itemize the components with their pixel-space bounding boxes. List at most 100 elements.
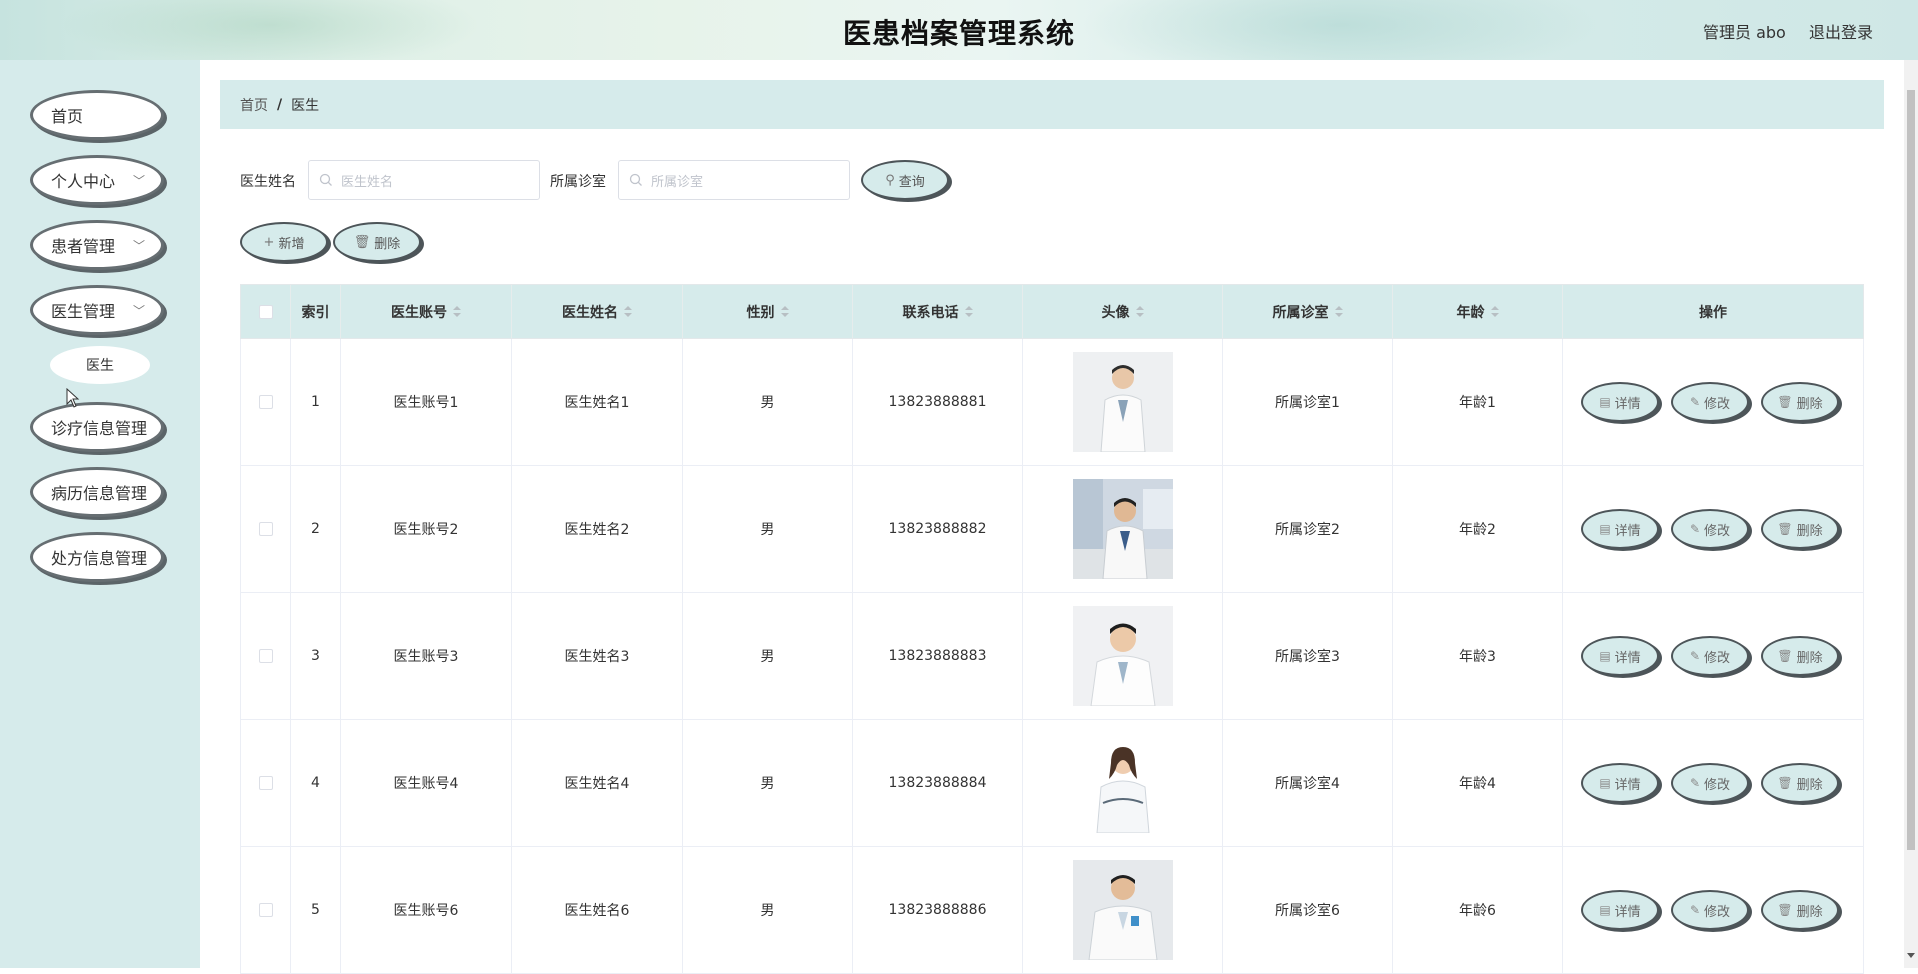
breadcrumb-separator: / xyxy=(277,96,283,113)
sidebar-item-label: 处方信息管理 xyxy=(51,549,148,568)
sidebar-item-home[interactable]: 首页 xyxy=(30,90,164,140)
trash-icon: 🗑 xyxy=(1777,776,1793,790)
sort-icon xyxy=(624,305,632,318)
column-header-label: 头像 xyxy=(1101,304,1130,321)
doctor-avatar-image xyxy=(1072,733,1173,833)
page-scrollbar[interactable] xyxy=(1904,60,1918,968)
clinic-input[interactable]: 所属诊室 xyxy=(618,160,850,200)
row-checkbox[interactable] xyxy=(258,903,273,917)
delete-button-label: 删除 xyxy=(1796,650,1823,666)
edit-button[interactable]: ✎ 修改 xyxy=(1671,636,1749,676)
logout-button[interactable]: 退出登录 xyxy=(1809,19,1873,43)
detail-button-label: 详情 xyxy=(1614,650,1641,666)
batch-delete-button[interactable]: 🗑 删除 xyxy=(333,222,421,262)
delete-button[interactable]: 🗑 删除 xyxy=(1761,636,1839,676)
edit-button-label: 修改 xyxy=(1704,396,1731,412)
doctor-name-label: 医生姓名 xyxy=(240,174,296,190)
app-title: 医患档案管理系统 xyxy=(842,17,1075,50)
detail-button[interactable]: ▤ 详情 xyxy=(1581,763,1659,803)
cell-account-text: 医生账号4 xyxy=(393,776,459,792)
table-body: 1 医生账号1 医生姓名1 男 13823888881 所属诊室1 年龄1 ▤ 详情 ✎ 修改 🗑 删… xyxy=(240,339,1864,974)
cell-phone-text: 13823888882 xyxy=(888,521,987,537)
cell-clinic-text: 所属诊室3 xyxy=(1275,649,1340,665)
cell-account-text: 医生账号6 xyxy=(393,903,459,919)
column-header-account[interactable]: 医生账号 xyxy=(341,285,512,338)
cell-age: 年龄3 xyxy=(1393,593,1563,719)
column-header-phone[interactable]: 联系电话 xyxy=(853,285,1023,338)
cell-clinic-text: 所属诊室1 xyxy=(1275,395,1340,411)
delete-button[interactable]: 🗑 删除 xyxy=(1761,382,1839,422)
cell-actions: ▤ 详情 ✎ 修改 🗑 删除 xyxy=(1563,593,1863,719)
column-header-name[interactable]: 医生姓名 xyxy=(512,285,683,338)
column-header-age[interactable]: 年龄 xyxy=(1393,285,1563,338)
doctor-name-input[interactable]: 医生姓名 xyxy=(308,160,540,200)
column-header-label: 联系电话 xyxy=(902,304,959,321)
breadcrumb-home[interactable]: 首页 xyxy=(240,95,268,115)
trash-icon: 🗑 xyxy=(1777,649,1793,663)
table-row: 1 医生账号1 医生姓名1 男 13823888881 所属诊室1 年龄1 ▤ 详情 ✎ 修改 🗑 删… xyxy=(240,339,1864,466)
detail-button[interactable]: ▤ 详情 xyxy=(1581,636,1659,676)
row-select-cell xyxy=(241,720,291,846)
cell-phone-text: 13823888883 xyxy=(888,648,987,664)
cell-gender: 男 xyxy=(683,466,853,592)
detail-button[interactable]: ▤ 详情 xyxy=(1581,382,1659,422)
delete-button-label: 删除 xyxy=(1796,777,1823,793)
sidebar-item-personal-center[interactable]: 个人中心 ﹀ xyxy=(30,155,164,205)
cell-account: 医生账号1 xyxy=(341,339,512,465)
column-header-clinic[interactable]: 所属诊室 xyxy=(1223,285,1393,338)
trash-icon: 🗑 xyxy=(353,234,371,250)
row-checkbox[interactable] xyxy=(258,776,273,790)
scroll-down-arrow-icon[interactable] xyxy=(1907,953,1915,958)
sort-icon xyxy=(964,305,973,318)
edit-button[interactable]: ✎ 修改 xyxy=(1671,382,1749,422)
delete-button[interactable]: 🗑 删除 xyxy=(1761,509,1839,549)
column-header-label: 医生姓名 xyxy=(562,304,618,321)
detail-button-label: 详情 xyxy=(1614,396,1641,412)
row-checkbox[interactable] xyxy=(258,522,273,536)
clinic-placeholder: 所属诊室 xyxy=(651,174,704,190)
cell-index-text: 4 xyxy=(311,775,320,791)
cell-clinic-text: 所属诊室4 xyxy=(1275,776,1340,792)
column-header-avatar[interactable]: 头像 xyxy=(1023,285,1223,338)
cell-age: 年龄2 xyxy=(1393,466,1563,592)
sidebar-item-diagnosis-info[interactable]: 诊疗信息管理 xyxy=(30,402,164,452)
detail-button[interactable]: ▤ 详情 xyxy=(1581,509,1659,549)
table-row: 3 医生账号3 医生姓名3 男 13823888883 所属诊室3 年龄3 ▤ 详情 ✎ 修改 🗑 删… xyxy=(240,593,1864,720)
add-button[interactable]: + 新增 xyxy=(240,222,328,262)
edit-icon: ✎ xyxy=(1689,649,1701,663)
cell-phone: 13823888882 xyxy=(853,466,1023,592)
cell-actions: ▤ 详情 ✎ 修改 🗑 删除 xyxy=(1563,466,1863,592)
sidebar-item-doctor-management[interactable]: 医生管理 ﹀ xyxy=(30,285,164,335)
sort-icon xyxy=(780,305,789,318)
row-checkbox[interactable] xyxy=(258,649,273,663)
table-header: 索引 医生账号 医生姓名 性别 联系电话 头像 所属诊室 年龄 操作 xyxy=(240,284,1864,339)
cell-index: 3 xyxy=(291,593,341,719)
detail-button[interactable]: ▤ 详情 xyxy=(1581,890,1659,930)
edit-button[interactable]: ✎ 修改 xyxy=(1671,509,1749,549)
delete-button[interactable]: 🗑 删除 xyxy=(1761,763,1839,803)
document-icon: ▤ xyxy=(1599,649,1611,663)
sidebar-item-patient-management[interactable]: 患者管理 ﹀ xyxy=(30,220,164,270)
query-button[interactable]: ⚲ 查询 xyxy=(861,160,949,200)
cell-avatar xyxy=(1023,466,1223,592)
sidebar-item-medical-record[interactable]: 病历信息管理 xyxy=(30,467,164,517)
cell-actions: ▤ 详情 ✎ 修改 🗑 删除 xyxy=(1563,720,1863,846)
select-all-checkbox[interactable] xyxy=(258,304,273,319)
cell-age-text: 年龄3 xyxy=(1459,649,1496,665)
sort-icon xyxy=(1490,305,1499,318)
cell-clinic: 所属诊室4 xyxy=(1223,720,1393,846)
cell-account: 医生账号3 xyxy=(341,593,512,719)
sidebar-subitem-doctor[interactable]: 医生 xyxy=(50,346,150,384)
delete-button[interactable]: 🗑 删除 xyxy=(1761,890,1839,930)
row-checkbox[interactable] xyxy=(258,395,273,409)
edit-button[interactable]: ✎ 修改 xyxy=(1671,763,1749,803)
edit-button[interactable]: ✎ 修改 xyxy=(1671,890,1749,930)
query-button-label: 查询 xyxy=(898,174,925,190)
sidebar-item-prescription[interactable]: 处方信息管理 xyxy=(30,532,164,582)
cell-account: 医生账号4 xyxy=(341,720,512,846)
cell-phone: 13823888884 xyxy=(853,720,1023,846)
sidebar-item-label: 诊疗信息管理 xyxy=(51,419,148,438)
scrollbar-thumb[interactable] xyxy=(1907,90,1915,850)
search-icon xyxy=(319,173,332,186)
column-header-gender[interactable]: 性别 xyxy=(683,285,853,338)
